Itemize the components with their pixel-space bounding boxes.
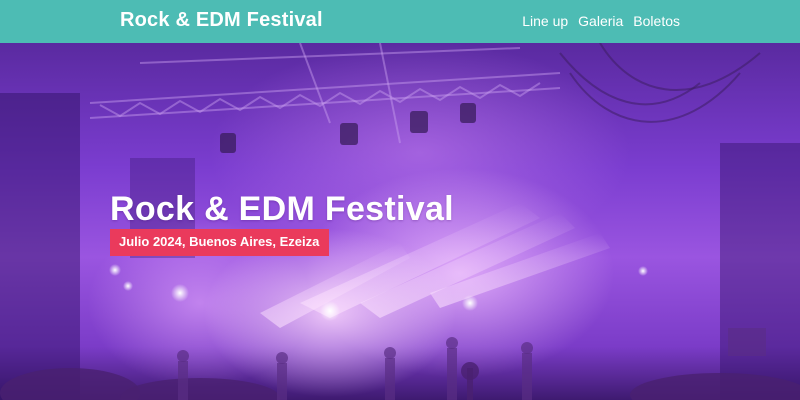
hero-title: Rock & EDM Festival (110, 190, 454, 228)
nav-link-galeria[interactable]: Galeria (578, 13, 623, 29)
main-nav: Line up Galeria Boletos (522, 13, 680, 29)
brand-logo-link[interactable]: Rock & EDM Festival (120, 9, 323, 32)
hero-section: Rock & EDM Festival Julio 2024, Buenos A… (0, 43, 800, 400)
nav-link-boletos[interactable]: Boletos (633, 13, 680, 29)
nav-link-lineup[interactable]: Line up (522, 13, 568, 29)
event-date-location-badge: Julio 2024, Buenos Aires, Ezeiza (110, 229, 330, 256)
site-header: Rock & EDM Festival Line up Galeria Bole… (0, 0, 800, 43)
